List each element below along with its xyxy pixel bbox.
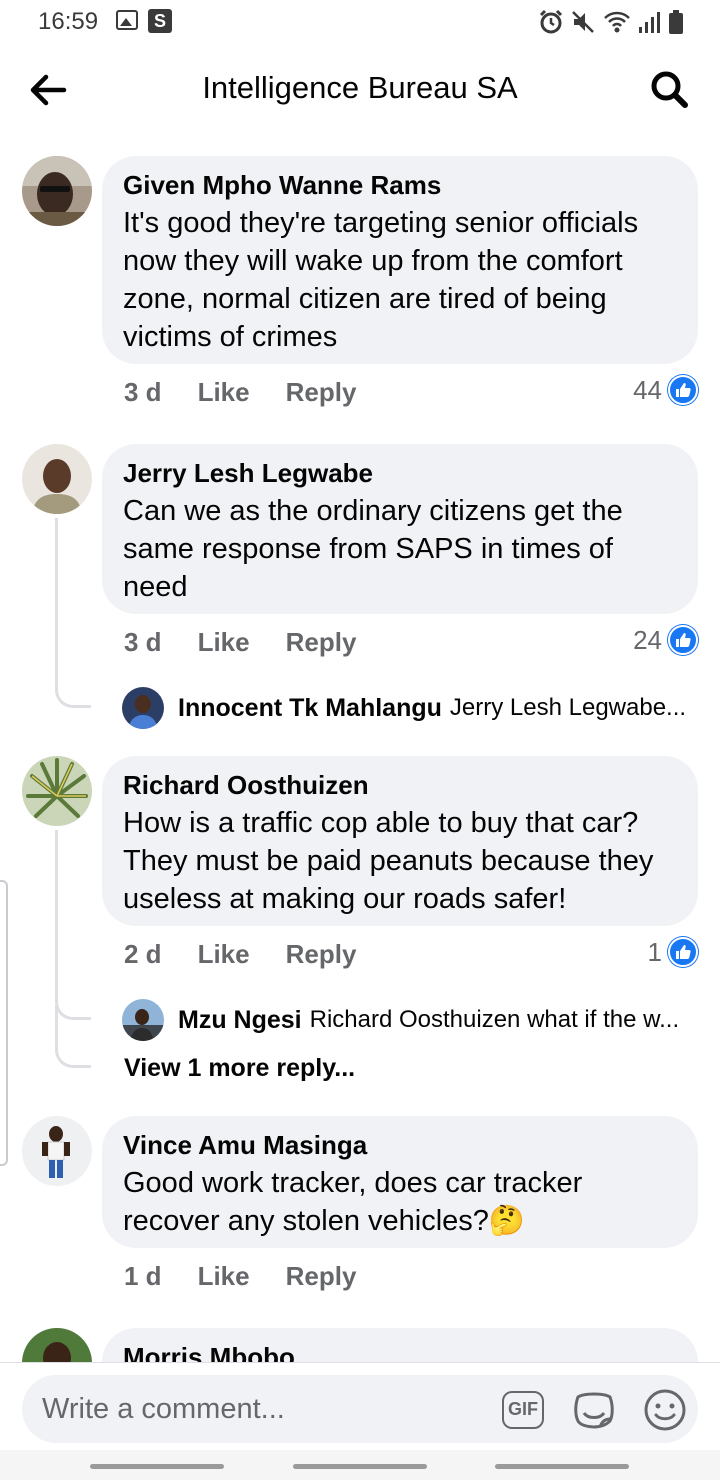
reply-author[interactable]: Innocent Tk Mahlangu <box>178 694 442 723</box>
battery-icon <box>669 10 683 34</box>
comment-actions: 2 d Like Reply <box>124 936 392 972</box>
comment-author[interactable]: Richard Oosthuizen <box>123 770 678 800</box>
reply-button[interactable]: Reply <box>286 1261 357 1292</box>
avatar[interactable] <box>22 444 92 514</box>
reply-author[interactable]: Mzu Ngesi <box>178 1006 302 1035</box>
reaction-count-value: 44 <box>633 374 662 405</box>
status-icons <box>538 8 684 36</box>
view-more-replies-button[interactable]: View 1 more reply... <box>124 1054 355 1083</box>
search-icon <box>651 71 688 108</box>
comment-author[interactable]: Morris Mbobo <box>123 1342 678 1362</box>
comment-actions: 3 d Like Reply <box>124 624 392 660</box>
comment-time: 3 d <box>124 626 162 657</box>
reply-preview[interactable]: Innocent Tk Mahlangu Jerry Lesh Legwabe.… <box>122 686 702 730</box>
comment-input[interactable] <box>42 1389 482 1429</box>
like-button[interactable]: Like <box>198 377 250 408</box>
reply-preview[interactable]: Mzu Ngesi Richard Oosthuizen what if the… <box>122 998 702 1042</box>
reaction-count-value: 24 <box>633 624 662 655</box>
comment-actions: 1 d Like Reply <box>124 1258 392 1294</box>
reply-text: Richard Oosthuizen what if the w... <box>309 1006 680 1033</box>
avatar[interactable] <box>22 1116 92 1186</box>
status-time: 16:59 <box>38 8 99 35</box>
sticker-icon <box>574 1392 614 1429</box>
reply-avatar[interactable] <box>122 999 164 1041</box>
comment-input-box[interactable]: GIF <box>22 1375 698 1443</box>
comment-time: 1 d <box>124 1260 162 1291</box>
avatar[interactable] <box>22 156 92 226</box>
comment-author[interactable]: Given Mpho Wanne Rams <box>123 170 678 200</box>
like-button[interactable]: Like <box>198 939 250 970</box>
comment-list[interactable]: Given Mpho Wanne Rams It's good they're … <box>0 136 720 1362</box>
page-title: Intelligence Bureau SA <box>202 70 518 105</box>
thread-line <box>55 1006 91 1068</box>
comment-text: Good work tracker, does car tracker reco… <box>123 1167 583 1237</box>
mute-icon <box>572 11 594 33</box>
gif-button[interactable]: GIF <box>502 1391 544 1429</box>
comment-text: Can we as the ordinary citizens get the … <box>123 495 623 603</box>
signal-icon <box>639 12 660 33</box>
nav-home-handle[interactable] <box>293 1464 427 1469</box>
comment-time: 3 d <box>124 376 162 407</box>
top-bar: Intelligence Bureau SA <box>0 44 720 136</box>
comment-bubble[interactable]: Jerry Lesh Legwabe Can we as the ordinar… <box>102 444 698 614</box>
sticker-button[interactable] <box>570 1387 618 1435</box>
comment-actions: 3 d Like Reply <box>124 374 392 410</box>
thumbs-up-icon <box>668 937 698 967</box>
thread-line <box>55 518 91 708</box>
comment-bubble[interactable]: Morris Mbobo <box>102 1328 698 1362</box>
comment-text: It's good they're targeting senior offic… <box>123 207 639 353</box>
like-button[interactable]: Like <box>198 627 250 658</box>
thumbs-up-icon <box>668 625 698 655</box>
like-button[interactable]: Like <box>198 1261 250 1292</box>
gallery-icon <box>116 10 138 30</box>
reaction-count[interactable]: 1 <box>648 934 698 970</box>
comment-composer: GIF <box>0 1362 720 1450</box>
wifi-icon <box>604 11 630 33</box>
avatar[interactable] <box>22 756 92 826</box>
comment-bubble[interactable]: Richard Oosthuizen How is a traffic cop … <box>102 756 698 926</box>
comment-author[interactable]: Jerry Lesh Legwabe <box>123 458 678 488</box>
search-button[interactable] <box>646 66 694 114</box>
nav-recents-handle[interactable] <box>495 1464 629 1469</box>
comment-text: How is a traffic cop able to buy that ca… <box>123 807 654 915</box>
reaction-count[interactable]: 24 <box>633 622 698 658</box>
nav-back-handle[interactable] <box>90 1464 224 1469</box>
comment-bubble[interactable]: Vince Amu Masinga Good work tracker, doe… <box>102 1116 698 1248</box>
s-badge-icon: S <box>148 9 172 33</box>
emoji-icon <box>644 1389 686 1431</box>
reply-text: Jerry Lesh Legwabe... <box>449 694 687 721</box>
status-bar: 16:59 S <box>0 0 720 44</box>
alarm-icon <box>539 9 563 34</box>
thumbs-up-icon <box>668 375 698 405</box>
reply-button[interactable]: Reply <box>286 377 357 408</box>
system-nav-bar <box>0 1450 720 1480</box>
reply-avatar[interactable] <box>122 687 164 729</box>
reply-button[interactable]: Reply <box>286 627 357 658</box>
thread-line <box>55 830 91 1020</box>
comment-bubble[interactable]: Given Mpho Wanne Rams It's good they're … <box>102 156 698 364</box>
emoji-button[interactable] <box>642 1387 688 1433</box>
reply-button[interactable]: Reply <box>286 939 357 970</box>
comment-time: 2 d <box>124 938 162 969</box>
comment-author[interactable]: Vince Amu Masinga <box>123 1130 678 1160</box>
reaction-count[interactable]: 44 <box>633 372 698 408</box>
avatar[interactable] <box>22 1328 92 1362</box>
reaction-count-value: 1 <box>647 936 662 967</box>
